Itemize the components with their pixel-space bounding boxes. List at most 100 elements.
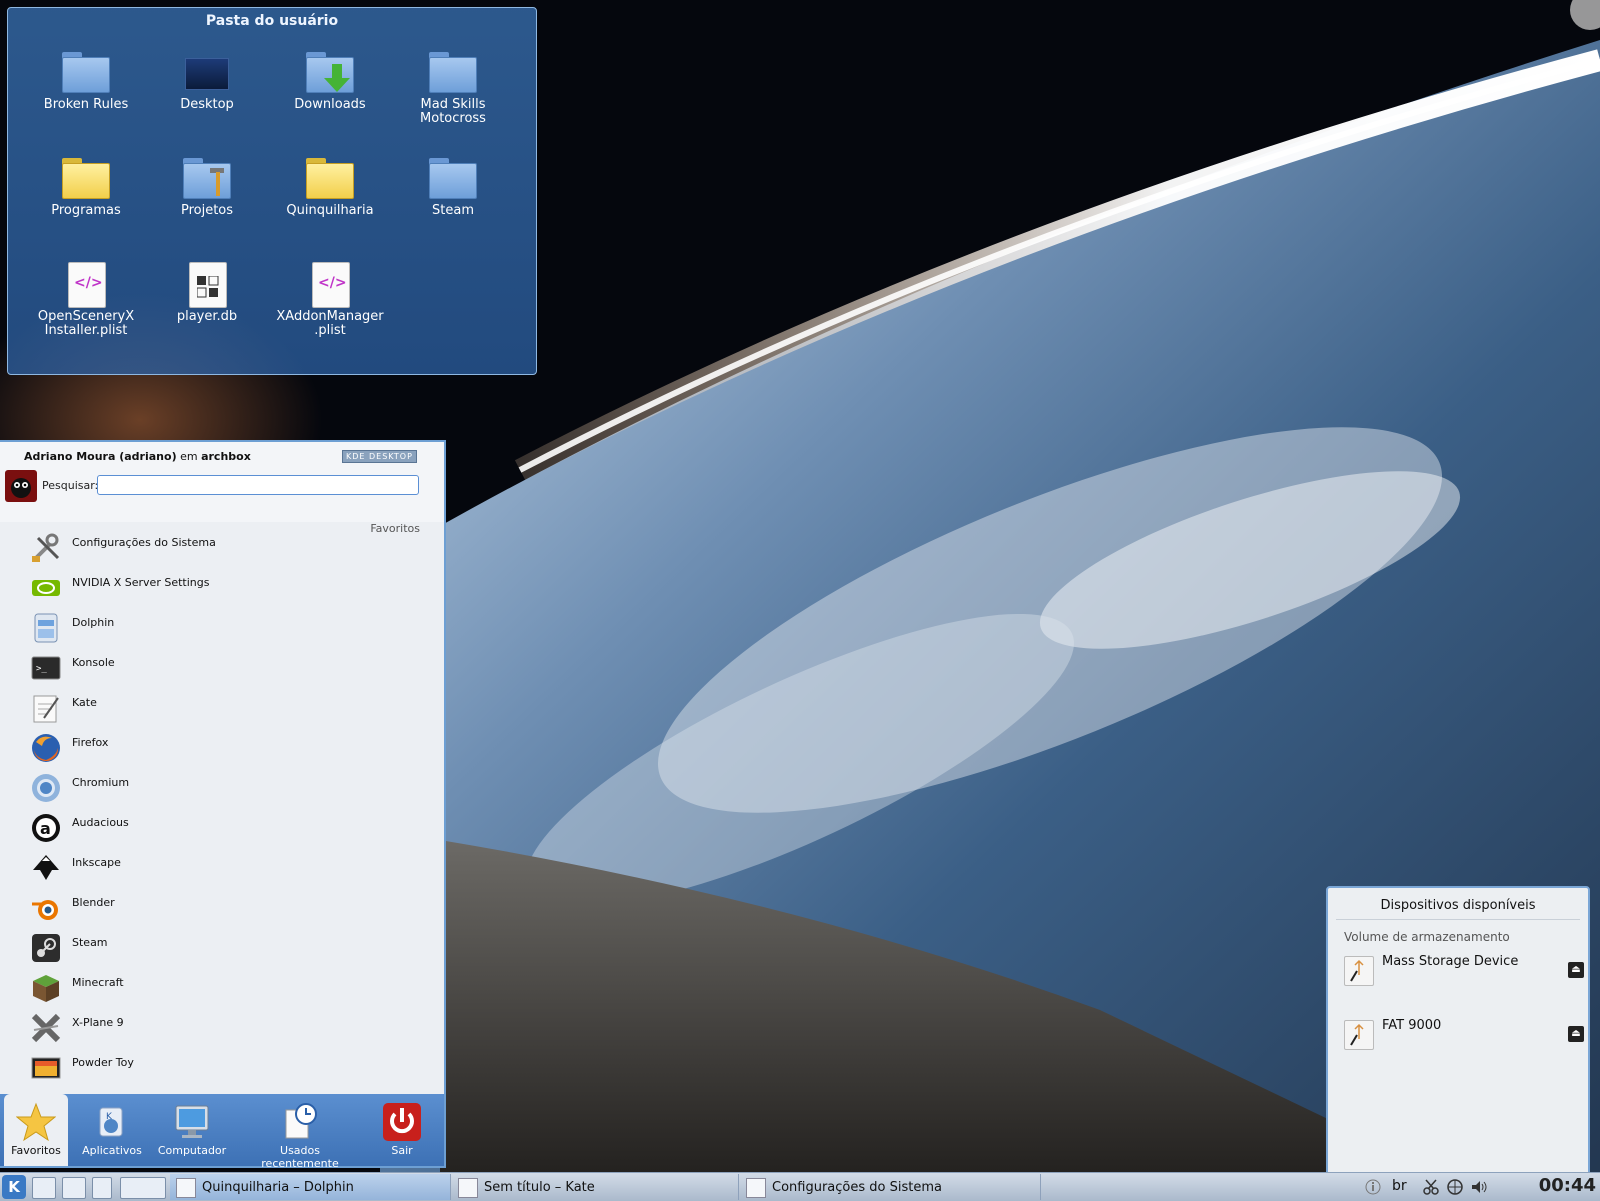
favorite-item-chromium[interactable]: Chromium: [28, 770, 408, 806]
kde-menu-button[interactable]: K: [2, 1175, 26, 1199]
device-name: FAT 9000: [1382, 1018, 1442, 1033]
desktop-item-projetos[interactable]: Projetos: [147, 156, 267, 218]
item-label: Mad Skills Motocross: [420, 97, 486, 126]
task-dolphin[interactable]: Quinquilharia – Dolphin: [170, 1174, 451, 1200]
folder-icon: [427, 50, 479, 94]
star-icon: [15, 1102, 57, 1142]
device-item-fat-9000[interactable]: FAT 9000 ⏏: [1344, 1012, 1584, 1052]
tab-favoritos[interactable]: Favoritos: [4, 1094, 68, 1166]
home-folder-icon[interactable]: [62, 1177, 86, 1199]
favorite-item-inkscape[interactable]: Inkscape: [28, 850, 408, 886]
steam-icon: [32, 934, 60, 962]
task-kate[interactable]: Sem título – Kate: [452, 1174, 739, 1200]
inkscape-icon: [33, 855, 59, 880]
favorite-item-steam[interactable]: Steam: [28, 930, 408, 966]
svg-text:a: a: [40, 819, 51, 838]
show-desktop-icon[interactable]: [32, 1177, 56, 1199]
keyboard-layout-indicator[interactable]: br: [1392, 1178, 1407, 1194]
info-icon[interactable]: [1364, 1178, 1382, 1196]
tab-aplicativos[interactable]: K Aplicativos: [76, 1094, 148, 1166]
desktop-item-xaddonmanager-plist[interactable]: </> XAddonManager .plist: [270, 262, 390, 338]
favorite-item-konsole[interactable]: >_ Konsole: [28, 650, 408, 686]
usb-drive-icon: [1344, 956, 1374, 986]
task-label: Sem título – Kate: [484, 1180, 595, 1195]
tab-label: Aplicativos: [82, 1144, 142, 1157]
audacious-icon: a: [32, 814, 60, 842]
search-input[interactable]: [97, 475, 419, 495]
item-label: Steam: [432, 203, 474, 218]
favorite-item-dolphin[interactable]: Dolphin: [28, 610, 408, 646]
nvidia-icon: [32, 580, 60, 596]
user-connector: em: [176, 450, 202, 463]
kate-icon: [33, 695, 59, 723]
desktop-item-player-db[interactable]: player.db: [147, 262, 267, 324]
favorite-item-nvidia[interactable]: NVIDIA X Server Settings: [28, 570, 408, 606]
device-category-label: Volume de armazenamento: [1344, 930, 1510, 944]
desktop-folder-icon: [181, 50, 233, 94]
task-label: Quinquilharia – Dolphin: [202, 1180, 354, 1195]
eject-icon[interactable]: ⏏: [1568, 1026, 1584, 1042]
app-label: Chromium: [72, 776, 130, 789]
device-name: Mass Storage Device: [1382, 954, 1519, 969]
device-item-mass-storage[interactable]: Mass Storage Device ⏏: [1344, 948, 1584, 988]
system-settings-icon: [32, 533, 60, 562]
projects-folder-icon: [181, 156, 233, 200]
app-label: Powder Toy: [72, 1056, 134, 1069]
favorite-item-firefox[interactable]: Firefox: [28, 730, 408, 766]
desktop-item-downloads[interactable]: Downloads: [270, 50, 390, 112]
app-label: Dolphin: [72, 616, 115, 629]
digital-clock[interactable]: 00:44: [1539, 1175, 1596, 1196]
desktop-item-quinquilharia[interactable]: Quinquilharia: [270, 156, 390, 218]
item-label: Programas: [51, 203, 121, 218]
favorite-item-xplane[interactable]: X-Plane 9: [28, 1010, 408, 1046]
folder-icon: [60, 50, 112, 94]
tab-usados-recentemente[interactable]: Usados recentemente: [240, 1094, 360, 1170]
host-name: archbox: [201, 450, 251, 463]
tab-computador[interactable]: Computador: [156, 1094, 228, 1166]
volume-icon[interactable]: [1470, 1178, 1488, 1196]
item-label: XAddonManager .plist: [276, 309, 384, 338]
favorite-item-minecraft[interactable]: Minecraft: [28, 970, 408, 1006]
pager-icon[interactable]: [120, 1177, 166, 1199]
dolphin-icon: [34, 613, 58, 643]
desktop-item-broken-rules[interactable]: Broken Rules: [26, 50, 146, 112]
usb-drive-icon: [1344, 1020, 1374, 1050]
clipboard-icon[interactable]: [92, 1177, 112, 1199]
favorite-item-kate[interactable]: Kate: [28, 690, 408, 726]
favorite-item-audacious[interactable]: a Audacious: [28, 810, 408, 846]
kde-desktop-badge: KDE DESKTOP: [342, 450, 417, 463]
eject-icon[interactable]: ⏏: [1568, 962, 1584, 978]
network-icon[interactable]: [1446, 1178, 1464, 1196]
kate-icon: [458, 1178, 478, 1198]
recent-clock-icon: [280, 1102, 320, 1142]
divider: [1336, 919, 1580, 920]
app-label: Kate: [72, 696, 97, 709]
favorite-item-blender[interactable]: Blender: [28, 890, 408, 926]
desktop-item-desktop[interactable]: Desktop: [147, 50, 267, 112]
system-settings-icon: [746, 1178, 766, 1198]
minecraft-icon: [33, 975, 59, 1002]
dolphin-icon: [176, 1178, 196, 1198]
item-label: OpenSceneryX Installer.plist: [37, 309, 135, 338]
firefox-icon: [32, 734, 60, 762]
device-notifier-title: Dispositivos disponíveis: [1380, 898, 1536, 913]
launcher-tab-bar: Favoritos K Aplicativos Computador Usado…: [0, 1094, 444, 1170]
power-icon: [382, 1102, 422, 1142]
desktop-item-opensceneryx-plist[interactable]: </> OpenSceneryX Installer.plist: [26, 262, 146, 338]
scissors-icon[interactable]: [1422, 1178, 1440, 1196]
app-label: Audacious: [72, 816, 129, 829]
yellow-folder-icon: [60, 156, 112, 200]
desktop-item-mad-skills[interactable]: Mad Skills Motocross: [393, 50, 513, 126]
xml-file-icon: </>: [60, 262, 112, 308]
folder-icon: [427, 156, 479, 200]
desktop-item-programas[interactable]: Programas: [26, 156, 146, 218]
item-label: Quinquilharia: [286, 203, 374, 218]
computer-icon: [172, 1102, 212, 1142]
favorite-item-powder-toy[interactable]: Powder Toy: [28, 1050, 408, 1086]
desktop-item-steam[interactable]: Steam: [393, 156, 513, 218]
user-info: Adriano Moura (adriano) em archbox: [24, 450, 251, 463]
launcher-header: Adriano Moura (adriano) em archbox KDE D…: [0, 442, 444, 522]
task-system-settings[interactable]: Configurações do Sistema: [740, 1174, 1041, 1200]
favorite-item-system-settings[interactable]: Configurações do Sistema: [28, 530, 408, 566]
tab-sair[interactable]: Sair: [370, 1094, 434, 1166]
